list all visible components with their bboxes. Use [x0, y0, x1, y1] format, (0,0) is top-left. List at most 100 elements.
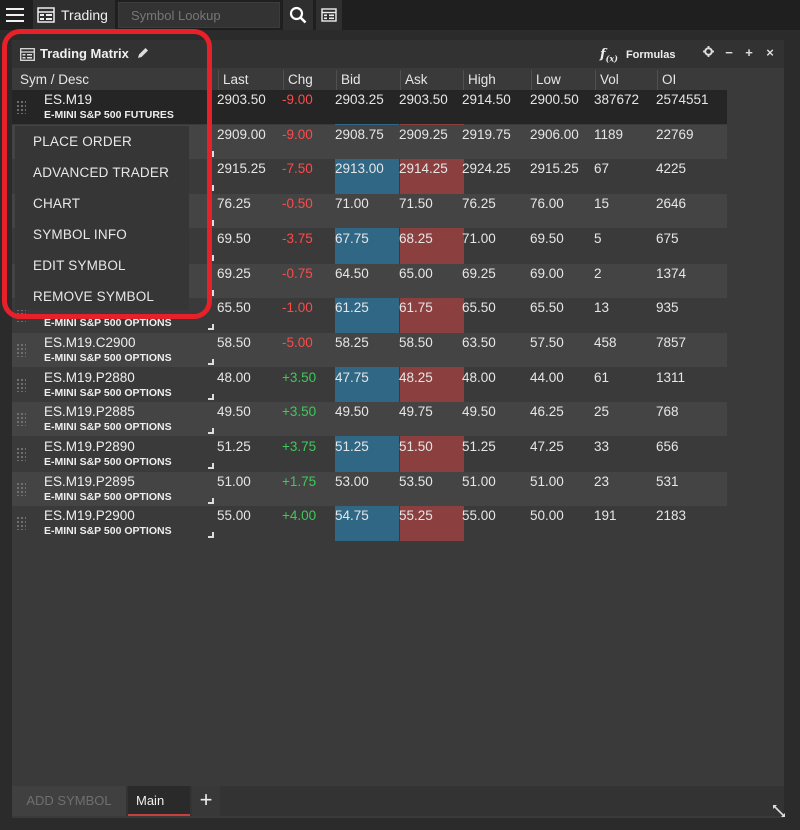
bid-cell[interactable]: 47.75: [335, 370, 369, 386]
description-cell: E-MINI S&P 500 OPTIONS: [44, 525, 172, 538]
bid-cell[interactable]: 51.25: [335, 439, 369, 455]
column-separator[interactable]: [218, 70, 219, 90]
oi-cell: 7857: [656, 334, 687, 350]
column-separator[interactable]: [283, 70, 284, 90]
add-button[interactable]: +: [741, 45, 757, 61]
ask-cell[interactable]: 48.25: [399, 370, 433, 386]
symbol-cell[interactable]: ES.M19.P2895: [44, 474, 135, 489]
settings-button[interactable]: [700, 45, 716, 61]
bid-cell[interactable]: 53.00: [335, 474, 369, 490]
ask-cell[interactable]: 61.75: [399, 300, 433, 316]
plus-icon: +: [745, 45, 753, 60]
oi-cell: 935: [656, 300, 679, 316]
ask-cell[interactable]: 51.50: [399, 439, 433, 455]
ask-cell[interactable]: 2903.50: [399, 92, 448, 108]
high-cell: 69.25: [462, 265, 496, 281]
low-cell: 65.50: [530, 300, 564, 316]
expand-corner-icon[interactable]: [208, 358, 214, 365]
low-cell: 57.50: [530, 334, 564, 350]
tab-main[interactable]: Main: [128, 786, 190, 816]
col-vol-header[interactable]: Vol: [600, 70, 619, 90]
symbol-lookup-input[interactable]: [118, 2, 280, 28]
table-row[interactable]: ES.M19.P2895 E-MINI S&P 500 OPTIONS 51.00 +…: [12, 471, 727, 506]
col-low-header[interactable]: Low: [536, 70, 561, 90]
expand-corner-icon[interactable]: [208, 428, 214, 435]
ask-cell[interactable]: 49.75: [399, 404, 433, 420]
expand-corner-icon[interactable]: [208, 393, 214, 400]
bid-cell[interactable]: 61.25: [335, 300, 369, 316]
chg-cell: +3.50: [282, 404, 317, 420]
add-symbol-button[interactable]: ADD SYMBOL: [12, 786, 126, 816]
symbol-cell[interactable]: ES.M19.P2885: [44, 404, 135, 419]
bid-cell[interactable]: 2908.75: [335, 127, 384, 143]
bid-cell[interactable]: 2903.25: [335, 92, 384, 108]
description-cell: E-MINI S&P 500 OPTIONS: [44, 456, 172, 468]
last-cell: 51.00: [217, 473, 251, 489]
ask-cell[interactable]: 2914.25: [399, 161, 448, 177]
col-chg-header[interactable]: Chg: [288, 70, 313, 90]
drag-handle-icon[interactable]: [16, 342, 26, 357]
column-separator[interactable]: [400, 70, 401, 90]
bid-cell[interactable]: 2913.00: [335, 161, 384, 177]
add-tab-button[interactable]: +: [192, 786, 220, 816]
symbol-cell[interactable]: ES.M19.P2890: [44, 439, 135, 454]
bid-cell[interactable]: 54.75: [335, 508, 369, 524]
symbol-cell[interactable]: ES.M19.P2900: [44, 508, 135, 523]
expand-corner-icon[interactable]: [208, 463, 214, 469]
drag-handle-icon[interactable]: [16, 516, 26, 531]
ask-cell[interactable]: 65.00: [399, 266, 433, 282]
resize-icon[interactable]: [772, 804, 786, 818]
column-separator[interactable]: [336, 70, 337, 90]
bid-cell[interactable]: 71.00: [335, 196, 369, 212]
minimize-button[interactable]: −: [721, 45, 737, 61]
bid-cell[interactable]: 64.50: [335, 266, 369, 282]
drag-handle-icon[interactable]: [16, 481, 26, 496]
ask-cell[interactable]: 68.25: [399, 231, 433, 247]
ask-cell[interactable]: 55.25: [399, 508, 433, 524]
table-row[interactable]: ES.M19.P2890 E-MINI S&P 500 OPTIONS 51.25 +…: [12, 437, 727, 471]
col-oi-header[interactable]: OI: [662, 70, 676, 90]
low-cell: 50.00: [530, 508, 564, 524]
bid-cell[interactable]: 67.75: [335, 231, 369, 247]
chg-cell: +3.75: [282, 439, 317, 454]
column-separator[interactable]: [531, 70, 532, 90]
vol-cell: 33: [594, 439, 610, 454]
search-button[interactable]: [283, 0, 313, 30]
ask-cell[interactable]: 2909.25: [399, 127, 448, 143]
column-separator[interactable]: [657, 70, 658, 90]
high-cell: 51.00: [462, 473, 496, 489]
table-row[interactable]: ES.M19.P2880 E-MINI S&P 500 OPTIONS 48.00 +…: [12, 368, 727, 402]
drag-handle-icon[interactable]: [16, 447, 26, 461]
formulas-button[interactable]: f(x) Formulas: [600, 47, 675, 64]
close-button[interactable]: ×: [762, 45, 778, 61]
table-row[interactable]: ES.M19.P2885 E-MINI S&P 500 OPTIONS 49.50 +…: [12, 402, 727, 437]
table-row[interactable]: ES.M19.C2900 E-MINI S&P 500 OPTIONS 58.50 -…: [12, 332, 727, 367]
drag-handle-icon[interactable]: [16, 412, 26, 427]
bid-cell[interactable]: 49.50: [335, 404, 369, 420]
ask-cell[interactable]: 71.50: [399, 196, 433, 212]
menu-icon[interactable]: [0, 0, 30, 30]
ask-cell[interactable]: 53.50: [399, 474, 433, 490]
bid-cell[interactable]: 58.25: [335, 335, 369, 351]
new-window-button[interactable]: [316, 0, 342, 30]
col-bid-header[interactable]: Bid: [341, 70, 361, 90]
expand-corner-icon[interactable]: [208, 497, 214, 504]
trading-tab[interactable]: Trading: [33, 0, 115, 30]
high-cell: 76.25: [462, 196, 496, 212]
symbol-cell[interactable]: ES.M19.P2880: [44, 370, 135, 385]
col-ask-header[interactable]: Ask: [405, 70, 428, 90]
oi-cell: 1311: [656, 369, 686, 385]
drag-handle-icon[interactable]: [16, 377, 26, 392]
table-icon: [321, 8, 337, 22]
oi-cell: 531: [656, 473, 679, 489]
column-separator[interactable]: [463, 70, 464, 90]
ask-cell[interactable]: 58.50: [399, 335, 433, 351]
column-separator[interactable]: [595, 70, 596, 90]
expand-corner-icon[interactable]: [208, 324, 214, 331]
table-row[interactable]: ES.M19.P2900 E-MINI S&P 500 OPTIONS 55.00 +…: [12, 506, 727, 540]
symbol-cell[interactable]: ES.M19.C2900: [44, 335, 136, 350]
col-high-header[interactable]: High: [468, 70, 496, 90]
col-last-header[interactable]: Last: [223, 70, 249, 90]
expand-corner-icon[interactable]: [208, 532, 214, 539]
high-cell: 65.50: [462, 300, 496, 316]
